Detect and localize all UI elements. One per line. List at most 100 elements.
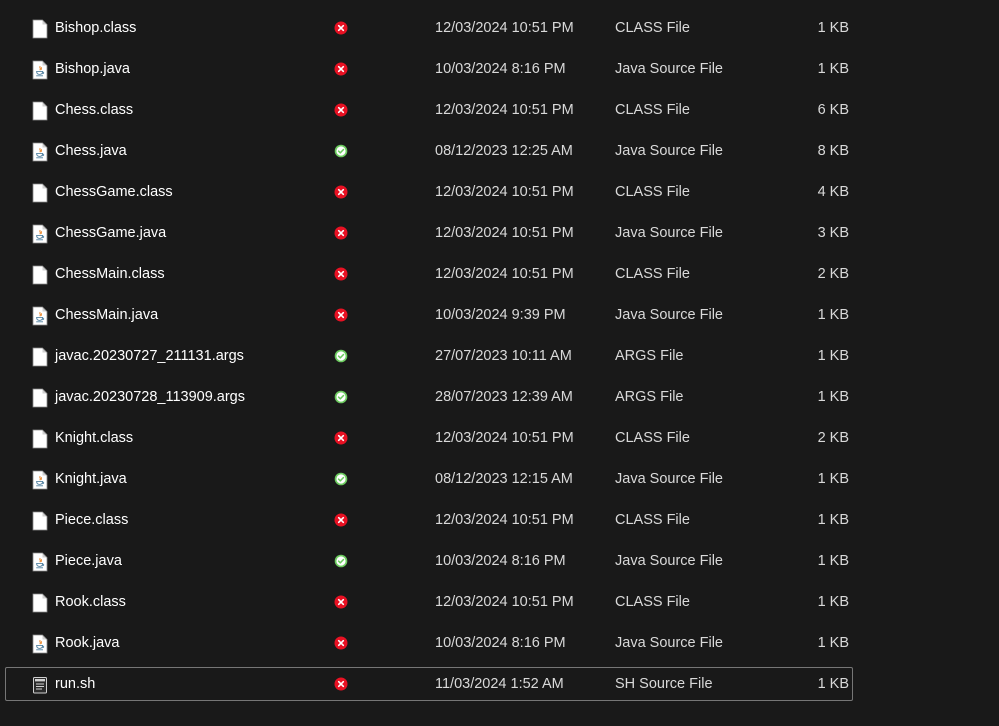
file-row[interactable]: Rook.java 10/03/2024 8:16 PM Java Source…: [5, 626, 853, 660]
file-type: Java Source File: [615, 61, 723, 77]
file-list: Bishop.class 12/03/2024 10:51 PM CLASS F…: [0, 0, 999, 726]
file-type: CLASS File: [615, 594, 690, 610]
sync-error-icon: [334, 267, 348, 281]
java-file-icon: [32, 552, 48, 572]
file-size: 1 KB: [817, 61, 849, 77]
sync-error-icon: [334, 103, 348, 117]
file-row[interactable]: javac.20230727_211131.args 27/07/2023 10…: [5, 339, 853, 373]
sync-error-icon: [334, 595, 348, 609]
generic-file-icon: [32, 429, 48, 449]
file-date-modified: 12/03/2024 10:51 PM: [435, 225, 574, 241]
file-name: Knight.class: [55, 430, 134, 446]
sync-error-icon: [334, 636, 348, 650]
file-type: ARGS File: [615, 389, 684, 405]
file-name: ChessGame.class: [55, 184, 173, 200]
sync-ok-icon: [334, 390, 348, 404]
file-type: CLASS File: [615, 266, 690, 282]
java-file-icon: [32, 224, 48, 244]
file-date-modified: 10/03/2024 8:16 PM: [435, 61, 566, 77]
file-name: Bishop.class: [55, 20, 137, 36]
generic-file-icon: [32, 265, 48, 285]
sync-error-icon: [334, 62, 348, 76]
generic-file-icon: [32, 593, 48, 613]
file-row[interactable]: Rook.class 12/03/2024 10:51 PM CLASS Fil…: [5, 585, 853, 619]
file-row[interactable]: Bishop.java 10/03/2024 8:16 PM Java Sour…: [5, 52, 853, 86]
file-date-modified: 12/03/2024 10:51 PM: [435, 512, 574, 528]
file-row[interactable]: ChessGame.class 12/03/2024 10:51 PM CLAS…: [5, 175, 853, 209]
file-size: 2 KB: [817, 430, 849, 446]
file-date-modified: 10/03/2024 8:16 PM: [435, 553, 566, 569]
file-row[interactable]: ChessMain.java 10/03/2024 9:39 PM Java S…: [5, 298, 853, 332]
file-size: 2 KB: [817, 266, 849, 282]
file-name: ChessMain.java: [55, 307, 159, 323]
file-row[interactable]: Knight.java 08/12/2023 12:15 AM Java Sou…: [5, 462, 853, 496]
file-date-modified: 08/12/2023 12:15 AM: [435, 471, 573, 487]
file-row[interactable]: ChessGame.java 12/03/2024 10:51 PM Java …: [5, 216, 853, 250]
generic-file-icon: [32, 347, 48, 367]
sync-error-icon: [334, 185, 348, 199]
sync-error-icon: [334, 21, 348, 35]
file-type: Java Source File: [615, 635, 723, 651]
sync-error-icon: [334, 677, 348, 691]
file-type: Java Source File: [615, 471, 723, 487]
file-row[interactable]: Piece.class 12/03/2024 10:51 PM CLASS Fi…: [5, 503, 853, 537]
file-name: Knight.java: [55, 471, 127, 487]
file-size: 1 KB: [817, 20, 849, 36]
file-name: Piece.class: [55, 512, 129, 528]
file-size: 1 KB: [817, 512, 849, 528]
sync-ok-icon: [334, 144, 348, 158]
file-row[interactable]: Bishop.class 12/03/2024 10:51 PM CLASS F…: [5, 11, 853, 45]
file-row[interactable]: ChessMain.class 12/03/2024 10:51 PM CLAS…: [5, 257, 853, 291]
file-row[interactable]: Piece.java 10/03/2024 8:16 PM Java Sourc…: [5, 544, 853, 578]
file-size: 1 KB: [817, 635, 849, 651]
java-file-icon: [32, 142, 48, 162]
file-size: 1 KB: [817, 553, 849, 569]
generic-file-icon: [32, 101, 48, 121]
java-file-icon: [32, 60, 48, 80]
file-size: 1 KB: [817, 307, 849, 323]
file-size: 1 KB: [817, 471, 849, 487]
file-type: Java Source File: [615, 553, 723, 569]
file-size: 3 KB: [817, 225, 849, 241]
java-file-icon: [32, 306, 48, 326]
file-type: CLASS File: [615, 512, 690, 528]
file-name: ChessGame.java: [55, 225, 167, 241]
file-row[interactable]: Chess.java 08/12/2023 12:25 AM Java Sour…: [5, 134, 853, 168]
file-date-modified: 12/03/2024 10:51 PM: [435, 20, 574, 36]
sync-error-icon: [334, 513, 348, 527]
file-date-modified: 11/03/2024 1:52 AM: [435, 676, 564, 692]
sync-ok-icon: [334, 472, 348, 486]
file-type: CLASS File: [615, 430, 690, 446]
file-type: Java Source File: [615, 143, 723, 159]
file-row[interactable]: javac.20230728_113909.args 28/07/2023 12…: [5, 380, 853, 414]
file-name: Rook.java: [55, 635, 120, 651]
file-row[interactable]: Knight.class 12/03/2024 10:51 PM CLASS F…: [5, 421, 853, 455]
java-file-icon: [32, 634, 48, 654]
sync-error-icon: [334, 308, 348, 322]
file-date-modified: 12/03/2024 10:51 PM: [435, 266, 574, 282]
script-file-icon: [32, 675, 48, 695]
file-type: CLASS File: [615, 20, 690, 36]
file-size: 1 KB: [817, 348, 849, 364]
file-name: javac.20230728_113909.args: [55, 389, 246, 405]
file-date-modified: 10/03/2024 8:16 PM: [435, 635, 566, 651]
file-date-modified: 08/12/2023 12:25 AM: [435, 143, 573, 159]
file-size: 1 KB: [817, 676, 849, 692]
file-name: Piece.java: [55, 553, 122, 569]
sync-error-icon: [334, 431, 348, 445]
file-date-modified: 10/03/2024 9:39 PM: [435, 307, 566, 323]
file-type: CLASS File: [615, 102, 690, 118]
file-type: Java Source File: [615, 307, 723, 323]
generic-file-icon: [32, 388, 48, 408]
file-date-modified: 12/03/2024 10:51 PM: [435, 184, 574, 200]
file-row[interactable]: Chess.class 12/03/2024 10:51 PM CLASS Fi…: [5, 93, 853, 127]
sync-error-icon: [334, 226, 348, 240]
file-type: Java Source File: [615, 225, 723, 241]
file-type: ARGS File: [615, 348, 684, 364]
file-date-modified: 12/03/2024 10:51 PM: [435, 430, 574, 446]
file-row[interactable]: run.sh 11/03/2024 1:52 AM SH Source File…: [5, 667, 853, 701]
file-size: 6 KB: [817, 102, 849, 118]
file-type: CLASS File: [615, 184, 690, 200]
java-file-icon: [32, 470, 48, 490]
file-name: Chess.java: [55, 143, 127, 159]
